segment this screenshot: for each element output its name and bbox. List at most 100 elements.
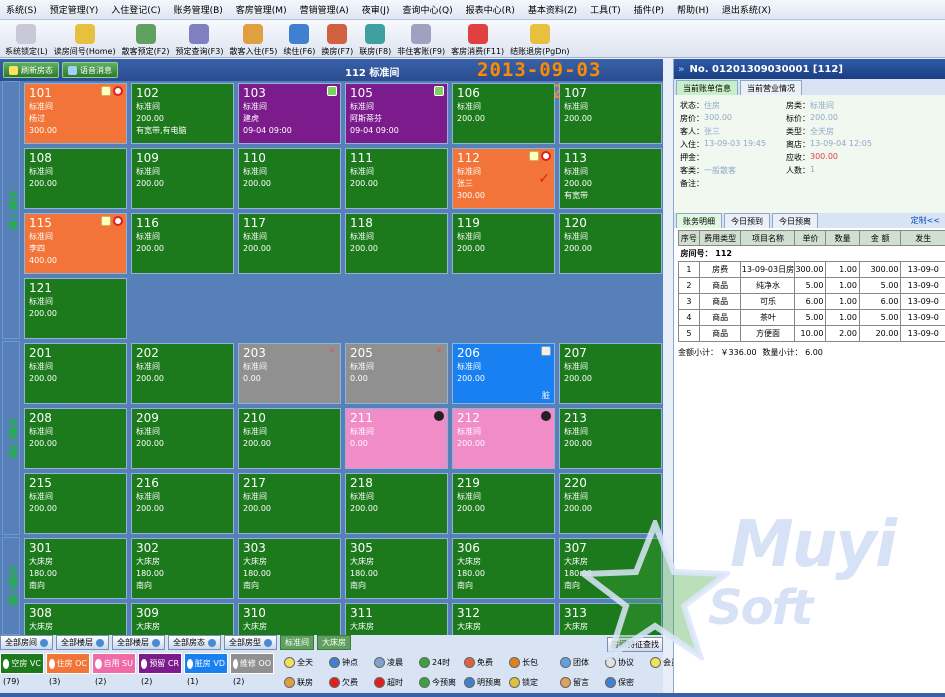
room-tile-313[interactable]: 313 大床房 [559,603,662,635]
room-tile-111[interactable]: 111 标准间 200.00 [345,148,448,209]
room-tile-311[interactable]: 311 大床房 [345,603,448,635]
room-feature-search-button[interactable]: 房间特征查找 [607,637,663,652]
flag-option-7[interactable]: 欠费 [329,673,374,691]
flag-option-extra-3[interactable]: 留言 [560,673,605,691]
detail-tab-2[interactable]: 今日预离 [772,213,818,228]
room-tile-205[interactable]: 205 标准间 0.00 ✕ [345,343,448,404]
menu-item-5[interactable]: 营销管理(A) [300,3,349,16]
flag-option-9[interactable]: 今预离 [419,673,464,691]
room-tile-219[interactable]: 219 标准间 200.00 [452,473,555,534]
voice-message-button[interactable]: 语音消息 [62,62,118,78]
room-tile-215[interactable]: 215 标准间 200.00 [24,473,127,534]
room-tile-217[interactable]: 217 标准间 200.00 [238,473,341,534]
filter-tab-5[interactable]: 标准间 [280,635,314,650]
room-tile-113[interactable]: 113 标准间 200.00 有宽带 [559,148,662,209]
room-tile-102[interactable]: 102 标准间 200.00 有宽带,有电脑 [131,83,234,144]
room-tile-303[interactable]: 303 大床房 180.00 南向 [238,538,341,599]
room-tile-210[interactable]: 210 标准间 200.00 [238,408,341,469]
room-tile-112[interactable]: 112 标准间 张三 300.00 ✓ [452,148,555,209]
filter-tab-4[interactable]: 全部房型 [224,635,277,650]
flag-option-4[interactable]: 免费 [464,653,509,671]
room-tile-108[interactable]: 108 标准间 200.00 [24,148,127,209]
menu-item-11[interactable]: 插件(P) [634,3,664,16]
menu-item-13[interactable]: 退出系统(X) [722,3,771,16]
filter-tab-3[interactable]: 全部房态 [168,635,221,650]
room-tile-216[interactable]: 216 标准间 200.00 [131,473,234,534]
legend-item-0[interactable]: 空房 VC (79) [0,653,44,686]
room-tile-211[interactable]: 211 标准间 0.00 [345,408,448,469]
toolbar-button-2[interactable]: 散客预定(F2) [119,21,173,57]
tab-current-bill[interactable]: 当前账单信息 [676,80,738,95]
room-tile-110[interactable]: 110 标准间 200.00 [238,148,341,209]
menu-item-10[interactable]: 工具(T) [590,3,621,16]
legend-item-5[interactable]: 维修 OO (2) [230,653,274,686]
legend-item-1[interactable]: 住房 OC (3) [46,653,90,686]
room-tile-206[interactable]: 206 标准间 200.00 脏 [452,343,555,404]
room-tile-208[interactable]: 208 标准间 200.00 [24,408,127,469]
toolbar-button-3[interactable]: 预定查询(F3) [173,21,227,57]
refresh-room-status-button[interactable]: 刷新房态 [3,62,59,78]
room-tile-213[interactable]: 213 标准间 200.00 [559,408,662,469]
toolbar-button-6[interactable]: 换房(F7) [318,21,356,57]
menu-item-4[interactable]: 客房管理(M) [236,3,287,16]
room-tile-115[interactable]: 115 标准间 李四 400.00 [24,213,127,274]
flag-option-extra-0[interactable]: 团体 [560,653,605,671]
menu-item-12[interactable]: 帮助(H) [677,3,709,16]
toolbar-button-5[interactable]: 续住(F6) [280,21,318,57]
flag-option-5[interactable]: 长包 [509,653,554,671]
bill-row[interactable]: 1 房费 13-09-03日房 300.00 1.00 300.00 13-09-0 [678,261,945,278]
room-tile-121[interactable]: 121 标准间 200.00 [24,278,127,339]
room-tile-109[interactable]: 109 标准间 200.00 [131,148,234,209]
flag-option-3[interactable]: 24时 [419,653,464,671]
room-tile-202[interactable]: 202 标准间 200.00 [131,343,234,404]
room-tile-203[interactable]: 203 标准间 0.00 ✕ [238,343,341,404]
menu-item-3[interactable]: 账务管理(B) [174,3,223,16]
toolbar-button-7[interactable]: 联房(F8) [356,21,394,57]
menu-item-6[interactable]: 夜审(J) [362,3,390,16]
menu-item-0[interactable]: 系统(S) [6,3,37,16]
filter-tab-6[interactable]: 大床房 [317,635,351,650]
bill-row[interactable]: 4 商品 茶叶 5.00 1.00 5.00 13-09-0 [678,309,945,326]
room-tile-309[interactable]: 309 大床房 [131,603,234,635]
menu-item-8[interactable]: 报表中心(R) [466,3,515,16]
menu-item-2[interactable]: 入住登记(C) [111,3,160,16]
room-tile-312[interactable]: 312 大床房 [452,603,555,635]
menu-item-7[interactable]: 查询中心(Q) [402,3,452,16]
flag-option-extra-4[interactable]: 保密 [605,673,650,691]
filter-tab-0[interactable]: 全部房间 [0,635,53,650]
flag-option-1[interactable]: 钟点 [329,653,374,671]
bill-row[interactable]: 5 商品 方便面 10.00 2.00 20.00 13-09-0 [678,325,945,342]
room-tile-308[interactable]: 308 大床房 [24,603,127,635]
room-tile-301[interactable]: 301 大床房 180.00 南向 [24,538,127,599]
room-tile-218[interactable]: 218 标准间 200.00 [345,473,448,534]
room-tile-220[interactable]: 220 标准间 200.00 [559,473,662,534]
legend-item-4[interactable]: 脏房 VD (1) [184,653,228,686]
flag-option-8[interactable]: 超时 [374,673,419,691]
detail-tab-1[interactable]: 今日预到 [724,213,770,228]
toolbar-button-1[interactable]: 读房间号(Home) [51,21,119,57]
room-tile-107[interactable]: 107 标准间 200.00 [559,83,662,144]
room-tile-201[interactable]: 201 标准间 200.00 [24,343,127,404]
room-tile-103[interactable]: 103 标准间 建虎 09-04 09:00 [238,83,341,144]
toolbar-button-0[interactable]: 系统锁定(L) [2,21,51,57]
tab-business-status[interactable]: 当前营业情况 [740,80,802,95]
flag-option-2[interactable]: 凌晨 [374,653,419,671]
room-tile-120[interactable]: 120 标准间 200.00 [559,213,662,274]
room-tile-209[interactable]: 209 标准间 200.00 [131,408,234,469]
legend-item-2[interactable]: 自用 SU (2) [92,653,136,686]
room-tile-117[interactable]: 117 标准间 200.00 [238,213,341,274]
room-tile-116[interactable]: 116 标准间 200.00 [131,213,234,274]
toolbar-button-8[interactable]: 非住客账(F9) [394,21,448,57]
room-tile-119[interactable]: 119 标准间 200.00 [452,213,555,274]
toolbar-button-4[interactable]: 散客入住(F5) [226,21,280,57]
flag-option-10[interactable]: 明预离 [464,673,509,691]
room-tile-212[interactable]: 212 标准间 200.00 [452,408,555,469]
flag-option-extra-1[interactable]: 协议 [605,653,650,671]
room-tile-306[interactable]: 306 大床房 180.00 南向 [452,538,555,599]
filter-tab-1[interactable]: 全部楼层 [56,635,109,650]
flag-option-11[interactable]: 锁定 [509,673,554,691]
room-tile-307[interactable]: 307 大床房 180.00 南向 [559,538,662,599]
menu-item-9[interactable]: 基本资料(Z) [528,3,577,16]
detail-tab-0[interactable]: 账务明细 [676,213,722,228]
flag-option-0[interactable]: 全天 [284,653,329,671]
